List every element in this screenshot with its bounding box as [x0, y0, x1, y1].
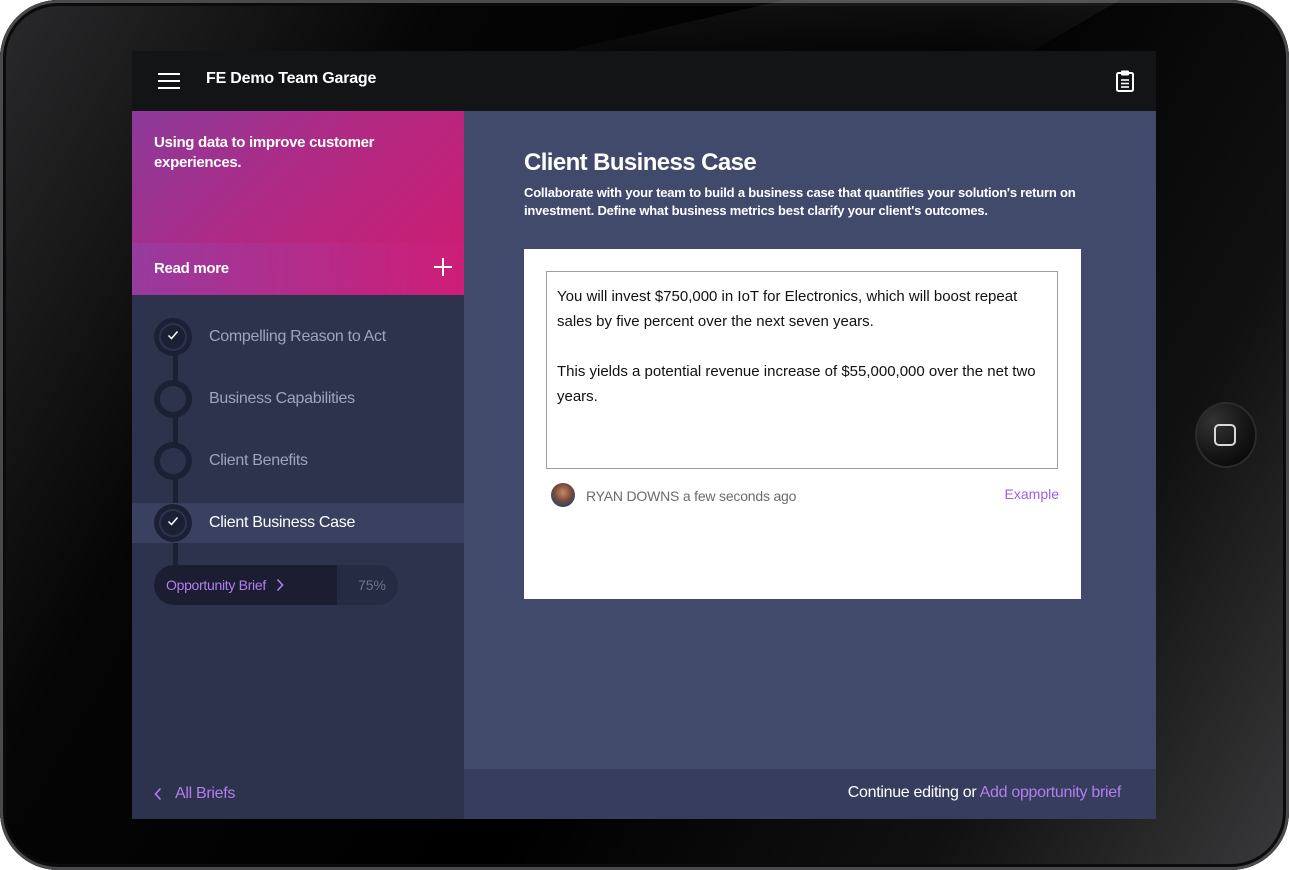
step-label: Client Benefits	[209, 452, 308, 469]
opportunity-brief-progress[interactable]: Opportunity Brief 75%	[154, 565, 398, 605]
brief-summary: Using data to improve customer experienc…	[154, 134, 375, 171]
editor-paragraph: You will invest $750,000 in IoT for Elec…	[557, 288, 1018, 330]
page-description: Collaborate with your team to build a bu…	[524, 185, 1076, 218]
step-label: Compelling Reason to Act	[209, 328, 386, 345]
clipboard-icon[interactable]	[1115, 69, 1135, 93]
business-case-card: You will invest $750,000 in IoT for Elec…	[524, 249, 1081, 599]
add-opportunity-brief-link[interactable]: Add opportunity brief	[980, 784, 1122, 801]
avatar	[551, 483, 575, 507]
example-link[interactable]: Example	[1005, 486, 1059, 502]
step-compelling-reason[interactable]: Compelling Reason to Act	[132, 317, 464, 357]
app-screen: FE Demo Team Garage Using data to improv…	[132, 51, 1156, 819]
progress-percent: 75%	[357, 577, 386, 593]
hamburger-menu-icon[interactable]	[158, 73, 180, 89]
chevron-left-icon[interactable]	[154, 787, 162, 801]
business-case-editor[interactable]: You will invest $750,000 in IoT for Elec…	[546, 271, 1058, 469]
app-title: FE Demo Team Garage	[206, 70, 377, 87]
author-name: RYAN DOWNS	[586, 488, 680, 504]
all-briefs-link[interactable]: All Briefs	[175, 785, 235, 803]
main-content: Client Business Case Collaborate with yo…	[464, 111, 1156, 769]
plus-icon	[434, 258, 452, 276]
home-button[interactable]	[1195, 402, 1257, 468]
brief-hero: Using data to improve customer experienc…	[132, 111, 464, 295]
read-more-label: Read more	[154, 260, 229, 277]
opportunity-brief-label: Opportunity Brief	[166, 577, 266, 593]
step-client-benefits[interactable]: Client Benefits	[132, 441, 464, 481]
edit-timestamp: a few seconds ago	[682, 488, 797, 504]
step-label: Client Business Case	[209, 514, 356, 531]
step-progress-marker	[154, 380, 192, 418]
continue-editing-text: Continue editing or	[847, 784, 980, 801]
chevron-right-icon	[276, 578, 284, 592]
footer-actions: Continue editing or Add opportunity brie…	[847, 784, 1122, 802]
step-complete-marker	[154, 318, 192, 356]
read-more-button[interactable]: Read more	[132, 243, 464, 295]
check-icon	[167, 517, 179, 526]
step-client-business-case[interactable]: Client Business Case	[132, 503, 464, 543]
top-bar: FE Demo Team Garage	[132, 51, 1156, 111]
step-complete-marker	[154, 504, 192, 542]
editor-paragraph: This yields a potential revenue increase…	[557, 363, 1036, 405]
footer-bar: All Briefs Continue editing or Add oppor…	[132, 769, 1156, 819]
check-icon	[167, 331, 179, 340]
step-incomplete-marker	[154, 442, 192, 480]
page-title: Client Business Case	[524, 149, 757, 176]
author-line: RYAN DOWNS a few seconds ago	[586, 488, 796, 504]
step-label: Business Capabilities	[209, 390, 355, 407]
step-business-capabilities[interactable]: Business Capabilities	[132, 379, 464, 419]
home-square-icon	[1214, 424, 1236, 446]
sidebar: Using data to improve customer experienc…	[132, 111, 464, 769]
